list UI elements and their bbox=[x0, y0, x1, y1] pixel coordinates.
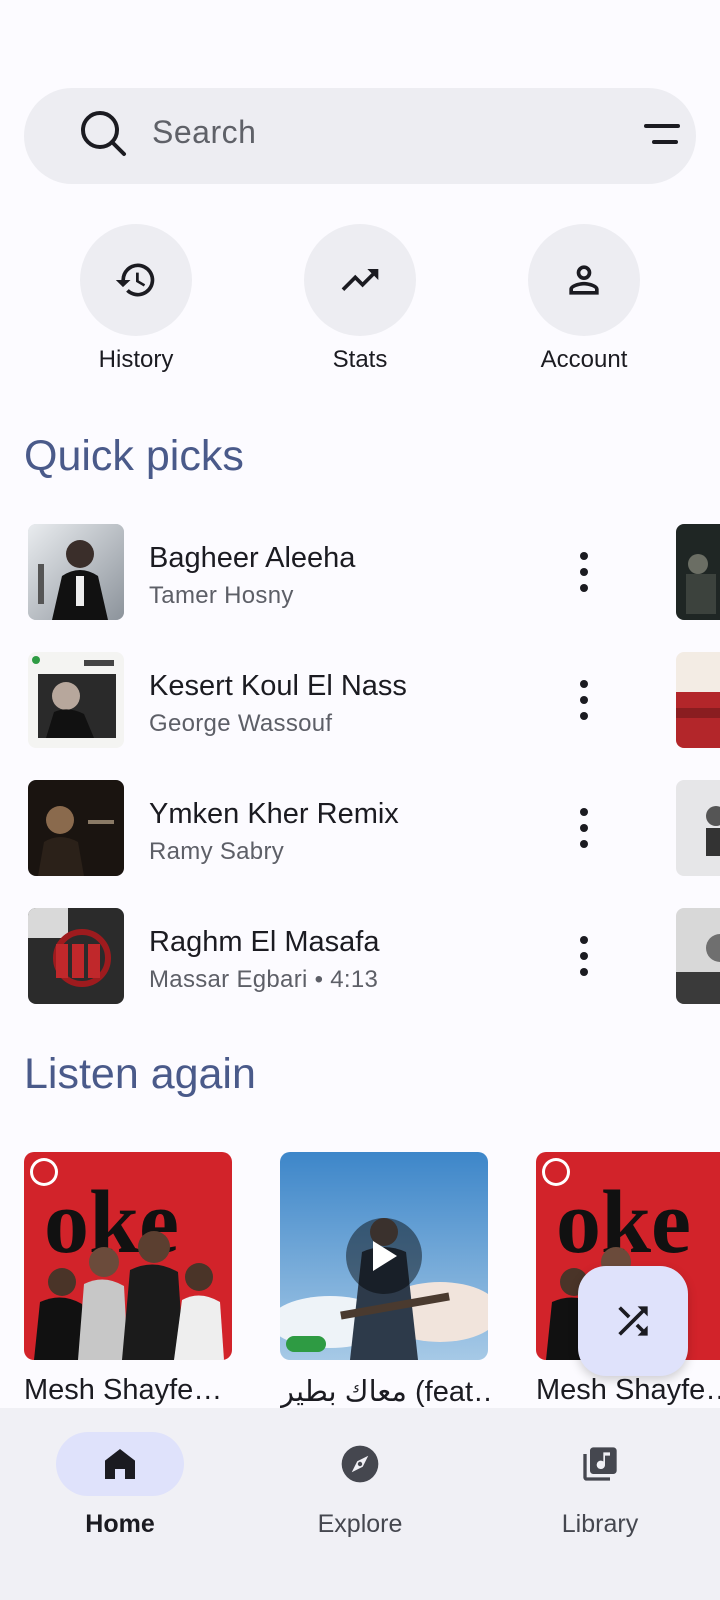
next-column-thumb[interactable] bbox=[676, 908, 720, 1004]
album-art bbox=[28, 524, 124, 620]
list-item[interactable]: Ymken Kher Remix Ramy Sabry bbox=[28, 780, 688, 876]
home-screen: Search History Stats Account Quick picks… bbox=[0, 0, 720, 1600]
explore-icon bbox=[341, 1445, 379, 1483]
list-item[interactable]: Kesert Koul El Nass George Wassouf bbox=[28, 652, 688, 748]
song-artist: Ramy Sabry bbox=[149, 838, 285, 865]
account-button[interactable] bbox=[528, 224, 640, 336]
stats-shortcut[interactable]: Stats bbox=[304, 224, 416, 373]
nav-home-label[interactable]: Home bbox=[0, 1510, 240, 1539]
shuffle-icon bbox=[618, 1306, 648, 1336]
more-vert-icon[interactable] bbox=[574, 806, 594, 850]
more-vert-icon[interactable] bbox=[574, 934, 594, 978]
library-music-icon bbox=[583, 1447, 617, 1481]
play-button[interactable] bbox=[346, 1218, 422, 1294]
history-shortcut[interactable]: History bbox=[80, 224, 192, 373]
nav-explore[interactable]: Explore bbox=[240, 1432, 480, 1539]
history-label: History bbox=[98, 346, 174, 373]
song-title: Bagheer Aleeha bbox=[149, 542, 356, 574]
stats-label: Stats bbox=[332, 346, 388, 373]
album-title: معاك بطير (feat… bbox=[280, 1376, 490, 1408]
album-art bbox=[28, 908, 124, 1004]
album-title: Mesh Shayfe… bbox=[536, 1374, 720, 1406]
album-art: oke bbox=[24, 1152, 232, 1360]
next-column-thumb[interactable] bbox=[676, 652, 720, 748]
album-art bbox=[28, 652, 124, 748]
shuffle-button[interactable] bbox=[578, 1266, 688, 1376]
album-title: Mesh Shayfe… bbox=[24, 1374, 223, 1406]
nav-library[interactable]: Library bbox=[480, 1432, 720, 1539]
album-card[interactable] bbox=[280, 1152, 488, 1360]
account-shortcut[interactable]: Account bbox=[528, 224, 640, 373]
history-button[interactable] bbox=[80, 224, 192, 336]
search-icon bbox=[81, 111, 126, 156]
listen-again-title: Listen again bbox=[24, 1050, 256, 1098]
search-bar[interactable]: Search bbox=[24, 88, 696, 184]
next-column-thumb[interactable] bbox=[676, 524, 720, 620]
song-title: Kesert Koul El Nass bbox=[149, 670, 407, 702]
history-icon bbox=[115, 263, 155, 297]
nav-home[interactable]: Home bbox=[0, 1432, 240, 1539]
search-placeholder[interactable]: Search bbox=[152, 114, 256, 151]
account-label: Account bbox=[540, 346, 628, 373]
nav-explore-label[interactable]: Explore bbox=[240, 1510, 480, 1539]
stats-button[interactable] bbox=[304, 224, 416, 336]
home-icon bbox=[105, 1449, 135, 1479]
nav-library-indicator[interactable] bbox=[536, 1432, 664, 1496]
quick-picks-title: Quick picks bbox=[24, 432, 244, 480]
song-artist: Massar Egbari • 4:13 bbox=[149, 966, 379, 993]
song-title: Raghm El Masafa bbox=[149, 926, 380, 958]
next-column-thumb[interactable] bbox=[676, 780, 720, 876]
nav-library-label[interactable]: Library bbox=[480, 1510, 720, 1539]
song-artist: George Wassouf bbox=[149, 710, 333, 737]
song-artist: Tamer Hosny bbox=[149, 582, 294, 609]
filter-icon[interactable] bbox=[642, 114, 686, 158]
play-icon bbox=[373, 1241, 397, 1271]
person-icon bbox=[569, 265, 599, 295]
bottom-navigation: Home Explore Library bbox=[0, 1408, 720, 1600]
album-art bbox=[28, 780, 124, 876]
list-item[interactable]: Bagheer Aleeha Tamer Hosny bbox=[28, 524, 688, 620]
song-title: Ymken Kher Remix bbox=[149, 798, 399, 830]
more-vert-icon[interactable] bbox=[574, 550, 594, 594]
list-item[interactable]: Raghm El Masafa Massar Egbari • 4:13 bbox=[28, 908, 688, 1004]
nav-explore-indicator[interactable] bbox=[296, 1432, 424, 1496]
more-vert-icon[interactable] bbox=[574, 678, 594, 722]
album-card[interactable]: oke bbox=[24, 1152, 232, 1360]
nav-home-indicator[interactable] bbox=[56, 1432, 184, 1496]
trending-up-icon bbox=[341, 269, 379, 291]
